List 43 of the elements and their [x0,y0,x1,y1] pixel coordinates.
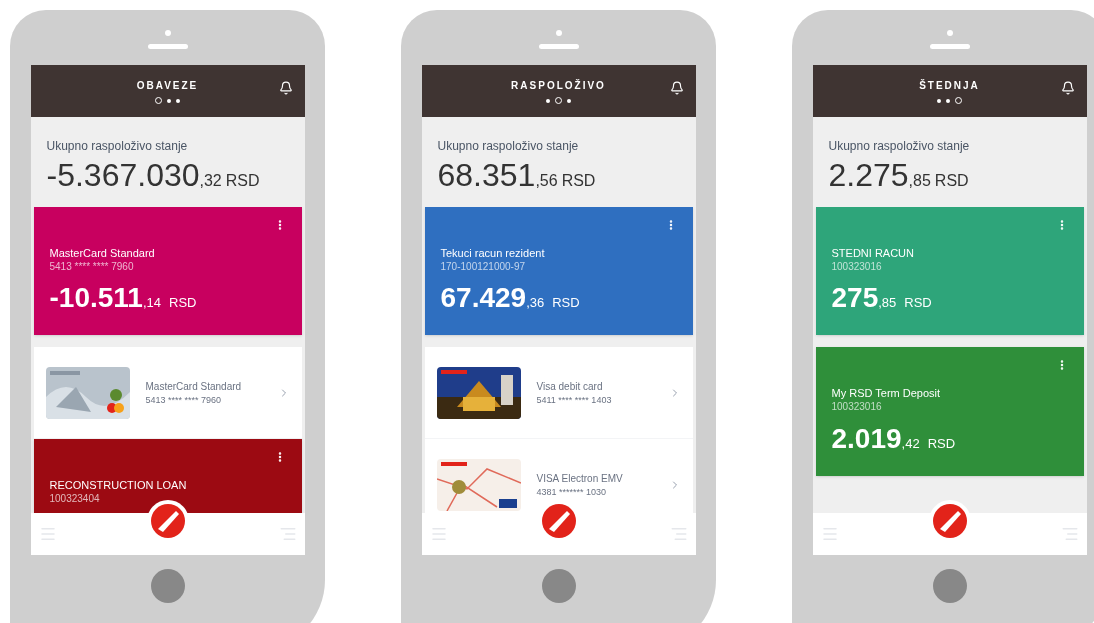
screen-title: ŠTEDNJA [919,78,980,93]
account-number: 5413 **** **** 7960 [49,260,135,274]
card-name: Visa debit card [536,379,604,394]
bell-icon[interactable] [669,81,684,95]
total-balance: -5.367.030,32 RSD [46,159,261,191]
card-row[interactable]: MasterCard Standard 5413 **** **** 7960 [33,347,302,440]
speaker-slot [538,44,579,49]
total-balance: 68.351,56 RSD [437,159,597,191]
speaker-slot [929,44,970,49]
account-number: 100323016 [831,401,883,414]
total-label: Ukupno raspoloživo stanje [437,138,580,155]
account-balance: 275,85 RSD [831,281,933,316]
bell-icon[interactable] [278,81,293,95]
account-name: Tekuci racun rezident [440,247,546,261]
account-name: RECONSTRUCTION LOAN [49,479,188,493]
account-balance: 67.429,36 RSD [440,281,581,316]
account-card[interactable]: STEDNI RACUN 100323016 275,85 RSD [815,207,1084,336]
account-balance: 2.019,42 RSD [831,421,957,456]
account-card[interactable]: My RSD Term Deposit 100323016 2.019,42 RSD [815,347,1084,476]
card-number: 4381 ******* 1030 [536,485,608,499]
total-label: Ukupno raspoloživo stanje [828,138,971,155]
card-name: VISA Electron EMV [536,471,624,486]
total-balance: 2.275,85 RSD [828,159,970,191]
card-row[interactable]: VISA Electron EMV 4381 ******* 1030 [424,439,693,513]
account-balance: -10.511,14 RSD [49,281,198,316]
account-card[interactable]: Tekuci racun rezident 170-100121000-97 67.429,36 RSD [424,207,693,336]
account-number: 100323404 [49,493,101,506]
account-number: 170-100121000-97 [440,260,527,274]
screen-title: OBAVEZE [136,79,199,93]
card-number: 5411 **** **** 1403 [536,393,613,407]
account-card[interactable]: MasterCard Standard 5413 **** **** 7960 -10.511,14 RSD [33,207,302,336]
total-label: Ukupno raspoloživo stanje [46,138,189,155]
card-name: MasterCard Standard [145,379,243,394]
card-row[interactable]: Visa debit card 5411 **** **** 1403 [424,347,693,440]
card-number: 5413 **** **** 7960 [145,393,223,407]
screen-title: RASPOLOŽIVO [511,78,606,93]
speaker-slot [147,44,188,49]
account-number: 100323016 [831,260,883,274]
bell-icon[interactable] [1060,81,1075,95]
account-name: STEDNI RACUN [831,247,915,261]
account-name: MasterCard Standard [49,247,156,261]
account-card[interactable]: RECONSTRUCTION LOAN 100323404 [33,439,302,513]
account-name: My RSD Term Deposit [831,387,942,401]
